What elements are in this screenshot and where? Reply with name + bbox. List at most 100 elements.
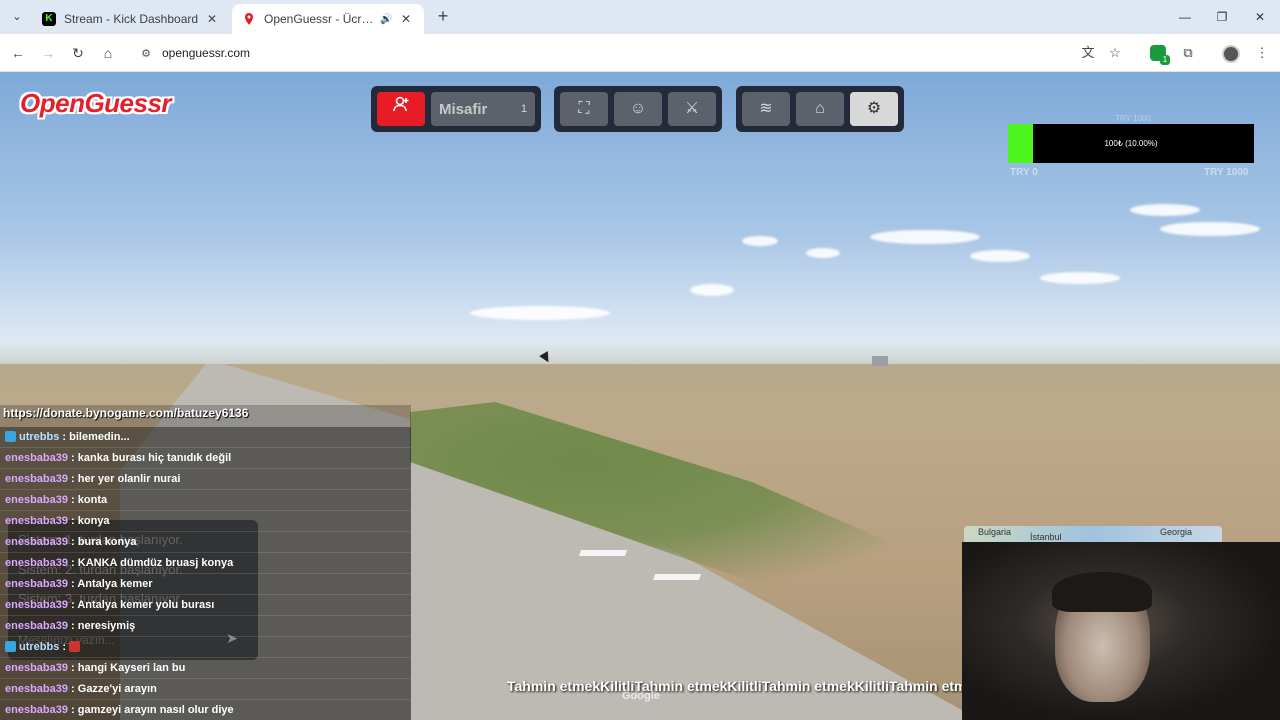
chat-username: enesbaba39 (5, 599, 68, 611)
close-window-button[interactable]: ✕ (1250, 8, 1270, 26)
add-user-button[interactable] (377, 92, 425, 126)
chat-message: enesbaba39 : neresiymiş (0, 616, 411, 637)
chat-text: : gamzeyi arayın nasıl olur diye (67, 704, 234, 716)
multiplayer-button[interactable]: ☺ (614, 92, 662, 126)
extension-shield-icon[interactable]: 1 (1150, 45, 1170, 65)
cloud (470, 306, 610, 320)
chat-text: : konta (67, 494, 108, 506)
cloud (870, 230, 980, 244)
chat-text: : (59, 641, 70, 653)
map-label: İstanbul (1030, 532, 1062, 542)
chat-username: enesbaba39 (5, 662, 68, 674)
chat-text: : KANKA dümdüz bruasj konya (67, 557, 234, 569)
maximize-button[interactable]: ❐ (1212, 8, 1232, 26)
streamer-hair (1052, 572, 1152, 612)
chat-text: : bilemedin... (59, 431, 130, 443)
chat-message: enesbaba39 : hangi Kayseri lan bu (0, 658, 411, 679)
subscriber-badge-icon (5, 431, 16, 442)
browser-toolbar: ← → ↻ ⌂ ⚙ openguessr.com 文 ☆ ⧉ ⋮ (0, 34, 1280, 72)
chat-message: enesbaba39 : her yer olanlir nurai (0, 469, 411, 490)
bookmark-star-icon[interactable]: ☆ (1105, 43, 1125, 63)
map-layers-button[interactable]: ≋ (742, 92, 790, 126)
forward-button[interactable]: → (38, 43, 58, 63)
chat-text: : neresiymiş (67, 620, 136, 632)
chat-username: utrebbs (19, 431, 60, 443)
settings-group: ≋ ⌂ ⚙ (736, 86, 904, 132)
extensions-icon[interactable]: ⧉ (1178, 43, 1198, 63)
audio-playing-icon[interactable]: 🔊 (380, 14, 394, 25)
map-label: Georgia (1160, 527, 1193, 537)
chat-text: : Antalya kemer yolu burası (67, 599, 215, 611)
site-info-icon[interactable]: ⚙ (138, 47, 154, 60)
chat-message: enesbaba39 : kanka burası hiç tanıdık de… (0, 448, 411, 469)
goal-min-label: TRY 0 (1010, 167, 1038, 178)
map-label: Bulgaria (978, 527, 1012, 537)
donate-link: https://donate.bynogame.com/batuzey6136 (3, 406, 249, 420)
add-user-icon (393, 96, 409, 112)
minimize-button[interactable]: — (1175, 8, 1195, 26)
home-button[interactable]: ⌂ (98, 43, 118, 63)
chat-username: enesbaba39 (5, 494, 68, 506)
openguessr-logo[interactable]: OpenGuessr (20, 88, 172, 119)
openguessr-pin-icon (242, 12, 256, 26)
chat-username: enesbaba39 (5, 683, 68, 695)
back-button[interactable]: ← (8, 43, 28, 63)
tab-search-button[interactable]: ⌄ (8, 8, 26, 26)
road-marking (652, 574, 702, 580)
chat-text: : Antalya kemer (67, 578, 153, 590)
close-icon[interactable]: ✕ (204, 12, 220, 26)
guest-level: 1 (520, 103, 527, 115)
chat-username: enesbaba39 (5, 473, 68, 485)
extension-count-badge: 1 (1160, 55, 1170, 65)
chat-message: enesbaba39 : gamzeyi arayın nasıl olur d… (0, 700, 411, 720)
learn-button[interactable]: ⌂ (796, 92, 844, 126)
tab-kick-dashboard[interactable]: K Stream - Kick Dashboard ✕ (32, 4, 230, 34)
reload-button[interactable]: ↻ (68, 43, 88, 63)
profile-avatar[interactable] (1222, 45, 1240, 63)
leaderboard-button[interactable]: ⛶ (560, 92, 608, 126)
url-text[interactable]: openguessr.com (162, 46, 250, 60)
settings-button[interactable]: ⚙ (850, 92, 898, 126)
street-view-panorama[interactable]: OpenGuessr Misafir 1 ⛶ ☺ ⚔ ≋ ⌂ ⚙ TRY 100… (0, 72, 1280, 720)
chat-text: : kanka burası hiç tanıdık değil (67, 452, 232, 464)
mode-group: ⛶ ☺ ⚔ (554, 86, 722, 132)
tab-openguessr[interactable]: OpenGuessr - Ücretsiz Geo 🔊 ✕ (232, 4, 424, 34)
tab-bar: ⌄ K Stream - Kick Dashboard ✕ OpenGuessr… (0, 0, 1280, 34)
leaderboard-icon: ⛶ (578, 100, 590, 117)
chat-text: : konya (67, 515, 110, 527)
emote-icon (69, 641, 81, 652)
menu-icon[interactable]: ⋮ (1252, 43, 1272, 63)
gear-icon: ⚙ (866, 100, 882, 117)
chat-text: : bura konya (67, 536, 137, 548)
address-bar[interactable]: ⚙ openguessr.com (130, 39, 1140, 67)
translate-icon[interactable]: 文 (1078, 43, 1098, 63)
chat-username: enesbaba39 (5, 557, 68, 569)
chat-username: enesbaba39 (5, 620, 68, 632)
guest-name: Misafir (439, 100, 488, 118)
chat-message: enesbaba39 : konta (0, 490, 411, 511)
account-group: Misafir 1 (371, 86, 541, 132)
close-icon[interactable]: ✕ (398, 12, 414, 26)
chat-message: enesbaba39 : KANKA dümdüz bruasj konya (0, 553, 411, 574)
guess-locked-banner: Tahmin etmekKilitliTahmin etmekKilitliTa… (507, 678, 962, 694)
kick-icon: K (42, 12, 56, 26)
guest-profile-button[interactable]: Misafir 1 (431, 92, 535, 126)
road-marking (578, 550, 628, 556)
chat-username: enesbaba39 (5, 452, 68, 464)
chat-text: : hangi Kayseri lan bu (67, 662, 186, 674)
chat-username: enesbaba39 (5, 704, 68, 716)
cloud (806, 248, 840, 258)
multiplayer-icon: ☺ (629, 100, 647, 117)
google-attribution: Google (622, 690, 660, 702)
tab-title: Stream - Kick Dashboard (64, 12, 199, 26)
chat-message: enesbaba39 : bura konya (0, 532, 411, 553)
layers-icon: ≋ (759, 100, 773, 117)
battle-button[interactable]: ⚔ (668, 92, 716, 126)
chat-username: enesbaba39 (5, 578, 68, 590)
new-tab-button[interactable]: + (434, 7, 452, 26)
chat-text: : her yer olanlir nurai (67, 473, 181, 485)
chat-username: enesbaba39 (5, 536, 68, 548)
silos (872, 356, 888, 366)
cloud (1130, 204, 1200, 216)
goal-header: TRY 1000 (1115, 114, 1151, 123)
